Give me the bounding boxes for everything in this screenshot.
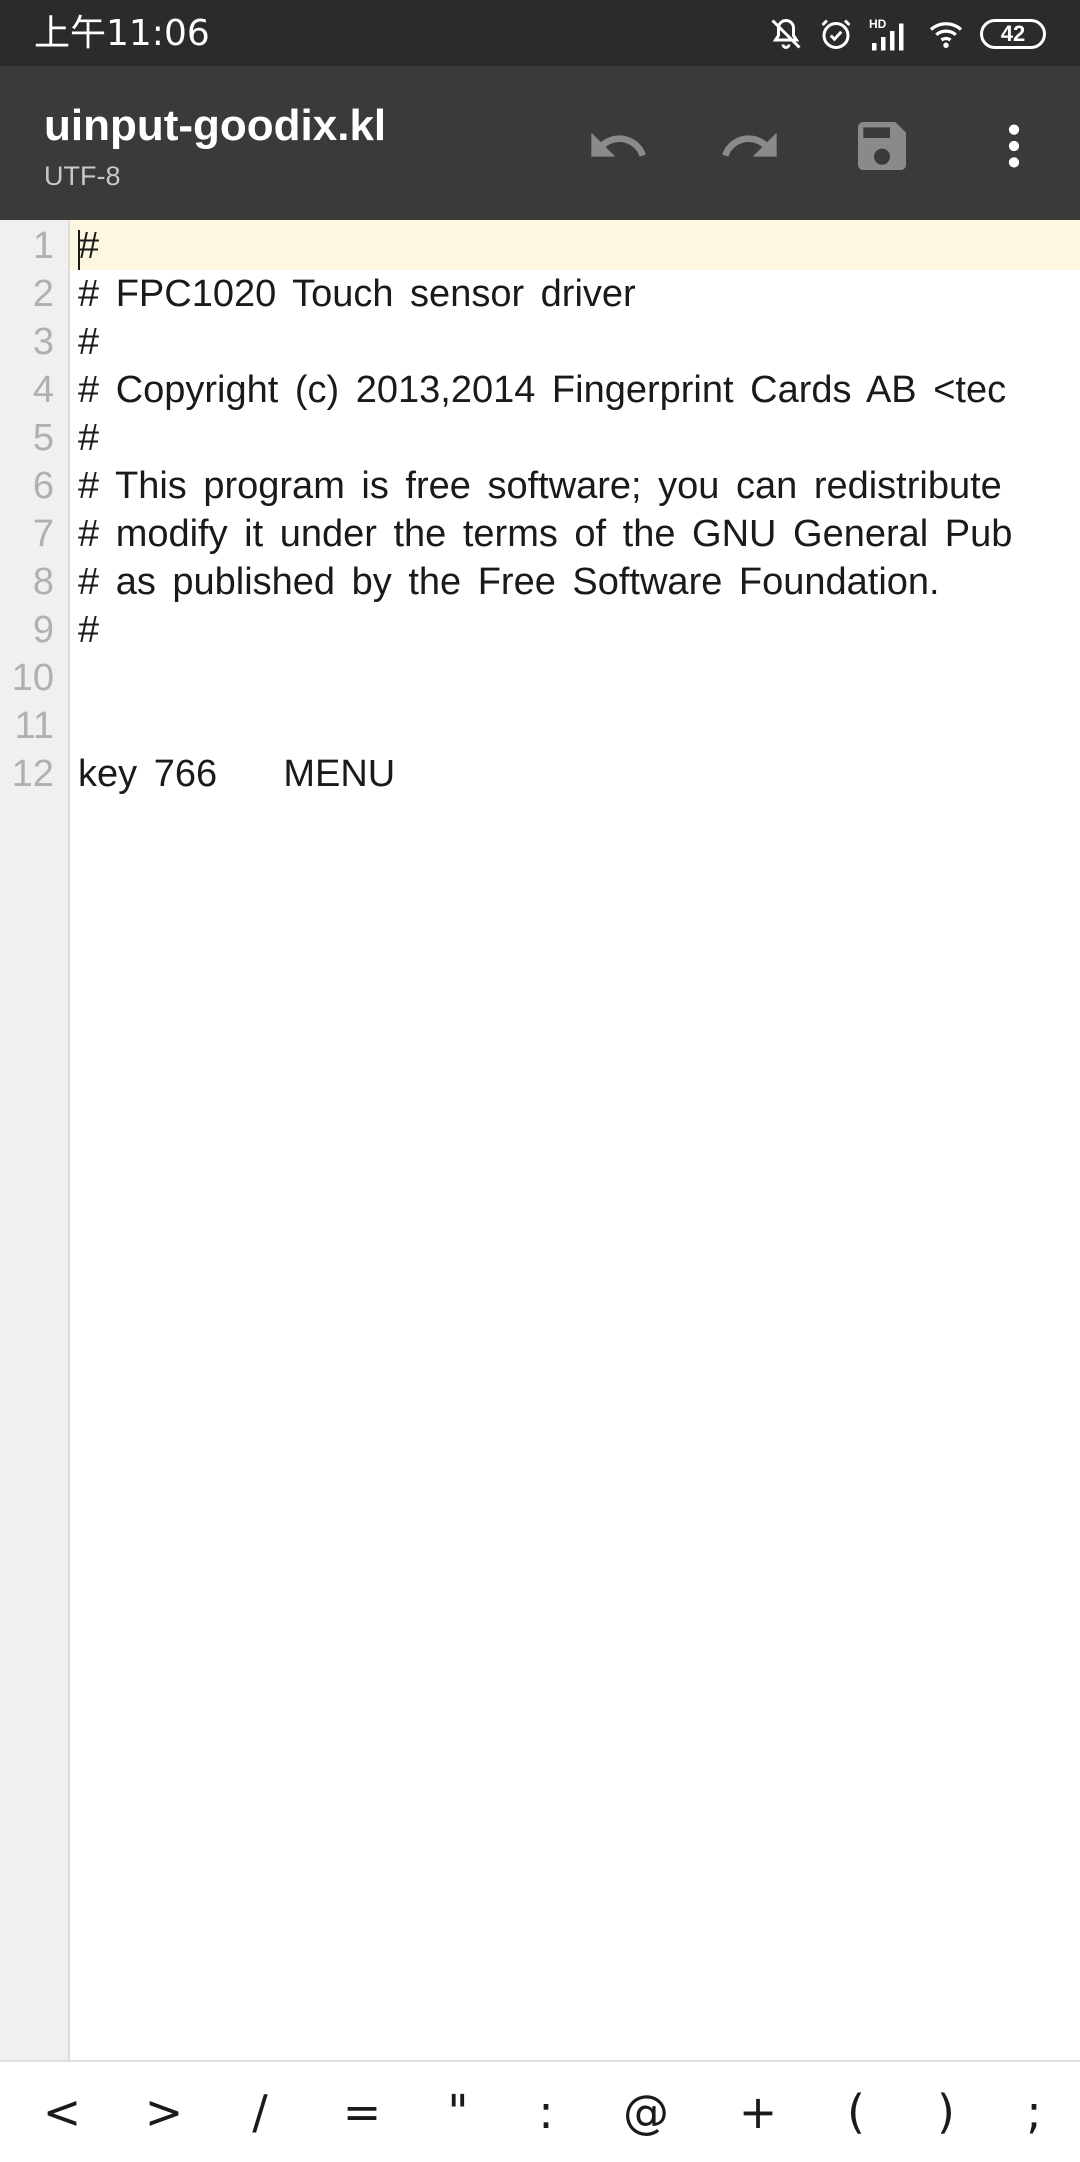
text-cursor: [78, 230, 80, 270]
line-number: 11: [14, 705, 54, 747]
line-text[interactable]: #: [78, 414, 99, 462]
editor-line[interactable]: 6 # This program is free software; you c…: [0, 462, 1080, 510]
battery-level: 42: [1000, 21, 1026, 46]
editor-line[interactable]: 4 # Copyright (c) 2013,2014 Fingerprint …: [0, 366, 1080, 414]
redo-button[interactable]: [710, 106, 790, 186]
status-icons: HD 42: [768, 14, 1046, 54]
editor-line[interactable]: 8 # as published by the Free Software Fo…: [0, 558, 1080, 606]
line-number: 10: [11, 657, 54, 699]
line-number: 6: [32, 465, 54, 507]
editor-line[interactable]: 12 key 766 MENU: [0, 750, 1080, 798]
line-number: 7: [32, 513, 54, 555]
line-number: 9: [32, 609, 54, 651]
symbol-key[interactable]: ): [906, 2062, 986, 2162]
line-number: 5: [32, 417, 54, 459]
status-bar: 上午11:06 HD 42: [0, 0, 1080, 66]
save-button[interactable]: [842, 106, 922, 186]
editor-line[interactable]: 9 #: [0, 606, 1080, 654]
symbol-key[interactable]: >: [124, 2062, 204, 2162]
line-number: 12: [11, 753, 54, 795]
undo-icon: [591, 132, 646, 157]
editor-line[interactable]: 10: [0, 654, 1080, 702]
symbol-key[interactable]: :: [506, 2062, 586, 2162]
editor-line[interactable]: 11: [0, 702, 1080, 750]
symbol-key[interactable]: ;: [994, 2062, 1074, 2162]
line-text[interactable]: # modify it under the terms of the GNU G…: [78, 510, 1012, 558]
line-number: 2: [32, 273, 54, 315]
undo-button[interactable]: [578, 106, 658, 186]
symbol-key[interactable]: /: [220, 2062, 300, 2162]
line-text[interactable]: # This program is free software; you can…: [78, 462, 1002, 510]
symbol-bar: < > / = " : @ + ( ) ;: [0, 2060, 1080, 2162]
app-toolbar: uinput-goodix.kl UTF-8: [0, 66, 1080, 220]
mute-icon: [771, 18, 801, 49]
svg-text:HD: HD: [869, 17, 887, 31]
line-text[interactable]: #: [78, 222, 99, 270]
battery-icon: 42: [980, 19, 1046, 49]
save-icon: [858, 122, 906, 170]
line-number: 3: [32, 321, 54, 363]
line-number: 4: [32, 369, 54, 411]
symbol-key[interactable]: <: [22, 2062, 102, 2162]
hd-signal-icon: HD: [869, 17, 904, 51]
more-vert-icon: [1008, 124, 1020, 168]
editor-line[interactable]: 7 # modify it under the terms of the GNU…: [0, 510, 1080, 558]
line-text[interactable]: #: [78, 606, 99, 654]
line-text[interactable]: # as published by the Free Software Foun…: [78, 558, 940, 606]
line-number: 8: [32, 561, 54, 603]
file-title: uinput-goodix.kl: [44, 101, 387, 150]
more-options-button[interactable]: [974, 106, 1054, 186]
line-text[interactable]: #: [78, 318, 99, 366]
editor-line[interactable]: 3 #: [0, 318, 1080, 366]
editor-line[interactable]: 5 #: [0, 414, 1080, 462]
symbol-key[interactable]: ": [418, 2062, 498, 2162]
line-text[interactable]: # Copyright (c) 2013,2014 Fingerprint Ca…: [78, 366, 1006, 414]
wifi-icon: [929, 22, 963, 48]
line-text[interactable]: # FPC1020 Touch sensor driver: [78, 270, 636, 318]
symbol-key[interactable]: (: [816, 2062, 896, 2162]
symbol-key[interactable]: +: [718, 2062, 798, 2162]
line-text[interactable]: key 766 MENU: [78, 750, 395, 798]
status-time: 上午11:06: [34, 13, 210, 54]
editor-line[interactable]: 1 #: [0, 222, 1080, 270]
redo-icon: [722, 132, 777, 157]
line-number: 1: [32, 225, 54, 267]
editor-line[interactable]: 2 # FPC1020 Touch sensor driver: [0, 270, 1080, 318]
file-encoding[interactable]: UTF-8: [44, 160, 121, 192]
symbol-key[interactable]: =: [322, 2062, 402, 2162]
symbol-key[interactable]: @: [606, 2062, 686, 2162]
text-editor[interactable]: 1 # 2 # FPC1020 Touch sensor driver 3 # …: [0, 220, 1080, 2060]
alarm-icon: [821, 19, 851, 49]
